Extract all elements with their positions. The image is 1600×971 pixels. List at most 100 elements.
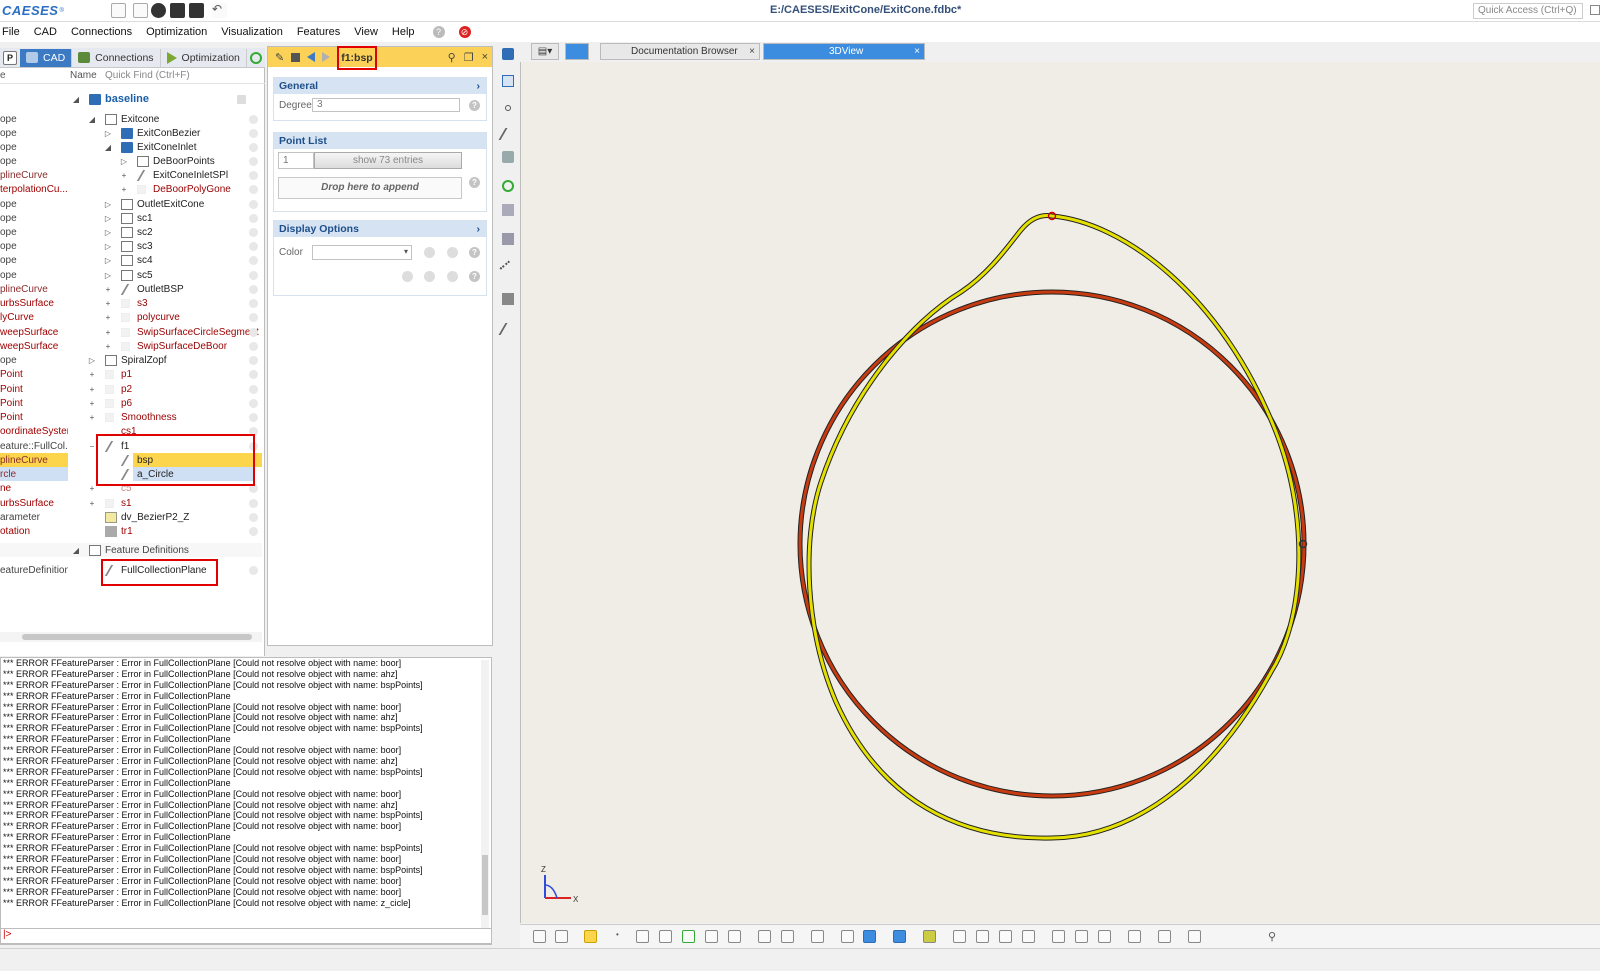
surface-filter-icon[interactable] [659, 930, 672, 943]
tree-row[interactable]: urbsSurface + s1 [0, 496, 262, 510]
tree-row[interactable]: ope ▷ sc2 [0, 225, 262, 239]
shading-icon[interactable] [781, 930, 794, 943]
tree-icon[interactable] [502, 48, 514, 60]
tree-row[interactable]: plineCurve + ExitConeInletSPl [0, 168, 262, 182]
tab-optimization[interactable]: Optimization [161, 48, 247, 67]
tree-row[interactable]: ope ◢ ExitConeInlet [0, 140, 262, 154]
tree-row-baseline[interactable]: ◢ baseline [0, 92, 262, 106]
close-tab-icon[interactable]: × [914, 44, 920, 59]
add-icon[interactable]: + [88, 484, 96, 493]
name-column-header[interactable]: Name [70, 70, 105, 81]
tree-row[interactable]: ope ◢ Exitcone [0, 112, 262, 126]
shield-icon[interactable] [402, 271, 413, 282]
add-icon[interactable]: + [88, 370, 96, 379]
settings-icon[interactable] [237, 94, 246, 104]
tree-row[interactable]: ope ▷ ExitConBezier [0, 126, 262, 140]
folder-tab-icon[interactable] [565, 43, 589, 60]
rotate-icon[interactable] [1128, 930, 1141, 943]
stop-square-icon[interactable] [291, 52, 301, 62]
command-input[interactable]: |> [0, 928, 492, 944]
visibility-dot[interactable] [249, 327, 258, 337]
tree-row[interactable]: Point + Smoothness [0, 410, 262, 424]
console-scrollbar[interactable] [481, 660, 489, 942]
view-z-icon[interactable] [1022, 930, 1035, 943]
scrollbar-thumb[interactable] [482, 855, 488, 915]
visibility-dot[interactable] [249, 355, 258, 365]
menu-file[interactable]: File [2, 26, 20, 38]
info-icon[interactable] [893, 930, 906, 943]
layout-icon[interactable] [111, 3, 126, 18]
point-index-input[interactable]: 1 [278, 152, 314, 169]
tree-row[interactable]: weepSurface + SwipSurfaceDeBoor [0, 339, 262, 353]
visibility-dot[interactable] [249, 565, 258, 575]
key-icon[interactable] [424, 271, 435, 282]
tree-row[interactable]: Point + p6 [0, 396, 262, 410]
expand-icon[interactable]: ▷ [104, 200, 112, 209]
pin-icon[interactable]: ✎ [275, 51, 284, 64]
visibility-dot[interactable] [249, 412, 258, 422]
tree-row[interactable]: otation tr1 [0, 524, 262, 538]
add-icon[interactable]: + [88, 499, 96, 508]
visibility-dot[interactable] [249, 170, 258, 180]
measure-icon[interactable] [499, 260, 517, 278]
clip-icon[interactable] [841, 930, 854, 943]
point-filter-icon[interactable]: • [616, 930, 629, 943]
add-icon[interactable]: + [104, 299, 112, 308]
tree-row[interactable]: terpolationCu... + DeBoorPolyGone [0, 182, 262, 196]
tree-horizontal-scrollbar[interactable] [0, 632, 262, 642]
visibility-dot[interactable] [249, 213, 258, 223]
point-icon[interactable] [505, 105, 511, 111]
add-icon[interactable]: + [104, 285, 112, 294]
sweep-filter-icon[interactable] [705, 930, 718, 943]
general-section-header[interactable]: General › [274, 78, 486, 94]
add-icon[interactable]: + [88, 399, 96, 408]
type-column-header[interactable]: e [0, 70, 70, 81]
tree-row[interactable]: ope ▷ DeBoorPoints [0, 154, 262, 168]
visibility-dot[interactable] [249, 241, 258, 251]
visibility-dot[interactable] [249, 384, 258, 394]
visibility-dot[interactable] [249, 526, 258, 536]
drop-zone[interactable]: Drop here to append [278, 177, 462, 199]
expand-icon[interactable]: ▷ [104, 271, 112, 280]
tab-connections[interactable]: Connections [72, 48, 161, 67]
surface-icon[interactable] [502, 151, 514, 163]
sweep-icon[interactable] [502, 204, 514, 216]
tree-row[interactable]: ope ▷ sc3 [0, 239, 262, 253]
curve-filter-icon[interactable] [636, 930, 649, 943]
visibility-dot[interactable] [249, 398, 258, 408]
reset-view-icon[interactable] [555, 930, 568, 943]
tree-row[interactable]: urbsSurface + s3 [0, 296, 262, 310]
add-icon[interactable]: + [120, 171, 128, 180]
add-icon[interactable]: + [120, 185, 128, 194]
close-file-icon[interactable] [151, 3, 166, 18]
axis-icon[interactable] [863, 930, 876, 943]
tab-documentation-browser[interactable]: Documentation Browser × [600, 43, 760, 60]
collapse-icon[interactable]: ◢ [72, 95, 80, 104]
grid-icon[interactable] [447, 271, 458, 282]
tree-row[interactable]: ope ▷ SpiralZopf [0, 353, 262, 367]
tree-row[interactable]: ope ▷ sc5 [0, 268, 262, 282]
expand-icon[interactable]: ▷ [120, 157, 128, 166]
expand-icon[interactable]: ▷ [104, 214, 112, 223]
expand-icon[interactable]: ▷ [88, 356, 96, 365]
tree-row[interactable]: ope ▷ OutletExitCone [0, 197, 262, 211]
view-neg-z-icon[interactable] [1098, 930, 1111, 943]
help-icon[interactable]: ? [469, 100, 480, 111]
select-icon[interactable] [502, 75, 514, 87]
tree-row[interactable]: ope ▷ sc4 [0, 253, 262, 267]
measure-filter-icon[interactable] [728, 930, 741, 943]
visibility-dot[interactable] [249, 255, 258, 265]
collapse-icon[interactable]: − [88, 442, 96, 451]
duplicate-icon[interactable]: ❐ [464, 51, 474, 64]
display-mode-icon[interactable] [758, 930, 771, 943]
view-y-icon[interactable] [999, 930, 1012, 943]
save-icon[interactable] [170, 3, 185, 18]
view-x-icon[interactable] [976, 930, 989, 943]
circle-filter-icon[interactable] [682, 930, 695, 943]
screenshot-icon[interactable] [1158, 930, 1171, 943]
edit-icon[interactable] [447, 247, 458, 258]
visibility-dot[interactable] [249, 270, 258, 280]
selection-mode-icon[interactable] [584, 930, 597, 943]
menu-visualization[interactable]: Visualization [221, 26, 283, 38]
window-restore-button[interactable] [1590, 5, 1600, 15]
